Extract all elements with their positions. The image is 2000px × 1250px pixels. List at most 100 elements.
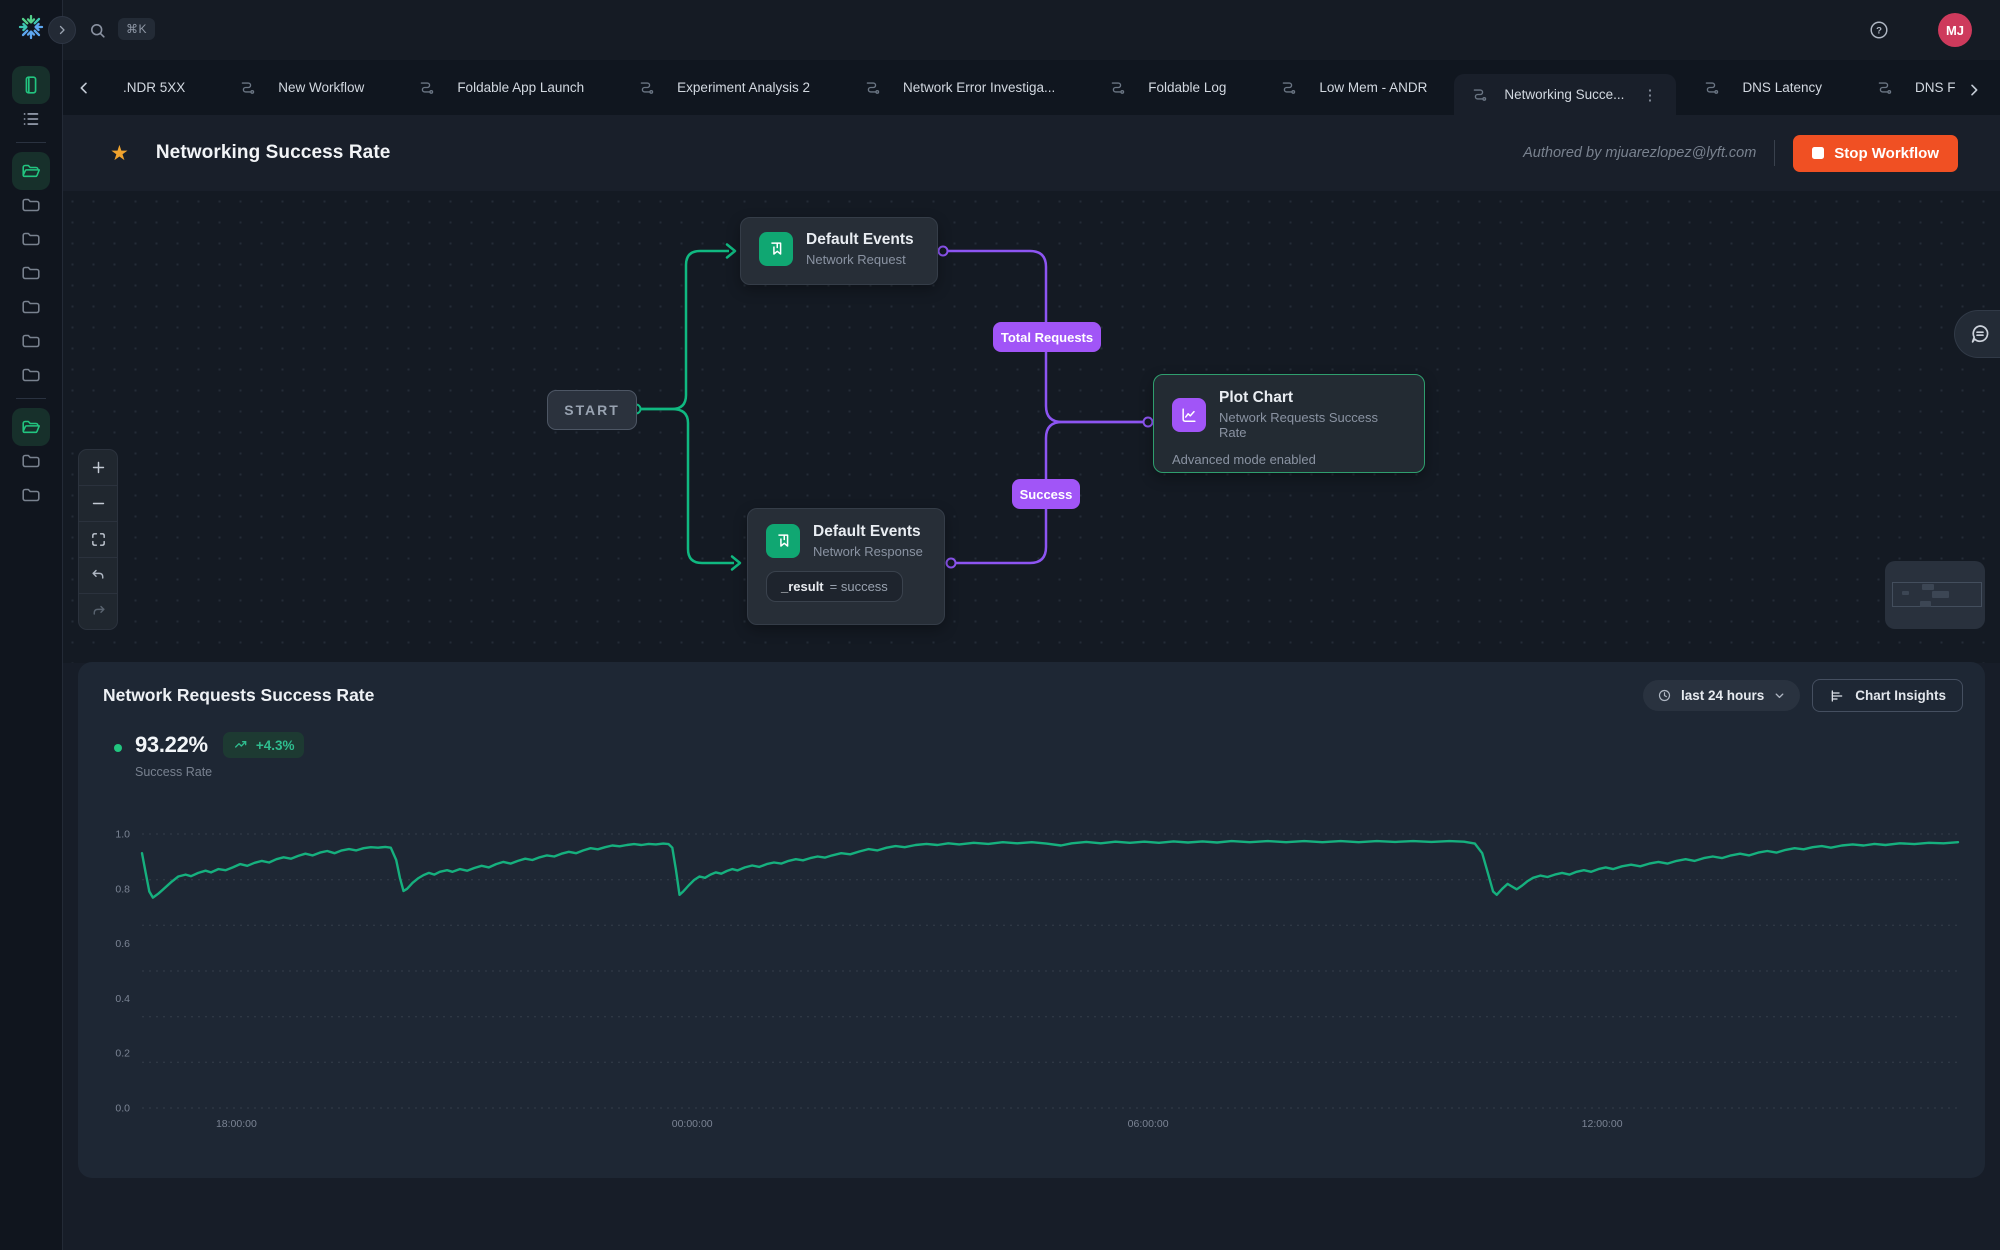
sidebar-item-folder-13[interactable]: [12, 476, 50, 514]
sidebar-collapse-button[interactable]: [48, 16, 76, 44]
time-range-dropdown[interactable]: last 24 hours: [1643, 680, 1800, 711]
sidebar-item-folder-open-3[interactable]: [12, 152, 50, 190]
sidebar-item-folder-open-11[interactable]: [12, 408, 50, 446]
device-icon: [20, 74, 42, 96]
tab-new-workflow[interactable]: New Workflow: [212, 60, 391, 115]
chart-line-icon: [1172, 398, 1206, 432]
help-icon[interactable]: ?: [1868, 19, 1890, 41]
series-dot: [114, 744, 122, 752]
stat-value: 93.22%: [135, 732, 208, 758]
plot-input-port: [1144, 418, 1153, 427]
folder-icon: [20, 450, 42, 472]
node-subtitle: Network Response: [813, 544, 923, 559]
workflow-icon: [1109, 79, 1126, 96]
svg-text:00:00:00: 00:00:00: [672, 1118, 713, 1130]
start-node-label: START: [564, 402, 619, 418]
workflow-icon: [418, 79, 435, 96]
folder-icon: [20, 262, 42, 284]
canvas-zoom-controls: [78, 449, 118, 630]
stop-workflow-button[interactable]: Stop Workflow: [1793, 135, 1958, 172]
zoom-in-button[interactable]: [79, 450, 117, 486]
search-shortcut-badge: ⌘K: [118, 18, 155, 40]
chart-insights-icon: [1829, 688, 1845, 704]
sidebar-item-device-0[interactable]: [12, 66, 50, 104]
tab-dns-f[interactable]: DNS F: [1849, 60, 1956, 115]
node-subtitle: Network Requests Success Rate: [1219, 410, 1406, 440]
chevron-down-icon: [1773, 689, 1786, 702]
bookmark-icon: [759, 232, 793, 266]
avatar[interactable]: MJ: [1938, 13, 1972, 47]
edge-label-total-requests[interactable]: Total Requests: [993, 322, 1101, 352]
tab-bar: .NDR 5XX New Workflow Foldable App Launch E…: [62, 60, 2000, 115]
tab-ndr-5xx[interactable]: .NDR 5XX: [96, 60, 212, 115]
canvas-minimap[interactable]: [1885, 561, 1985, 629]
tab-label: Foldable App Launch: [457, 80, 584, 95]
zoom-out-button[interactable]: [79, 486, 117, 522]
search-icon[interactable]: [88, 21, 107, 40]
tabs-scroll-right-icon[interactable]: [1962, 78, 1986, 102]
tab-label: .NDR 5XX: [123, 80, 185, 95]
sidebar-item-folder-4[interactable]: [12, 186, 50, 224]
tab-label: Networking Succe...: [1504, 87, 1624, 102]
tab-foldable-log[interactable]: Foldable Log: [1082, 60, 1253, 115]
chat-bubble-icon: [1968, 322, 1992, 346]
chart-insights-button[interactable]: Chart Insights: [1812, 679, 1963, 712]
workflow-canvas[interactable]: START Default Events Network Request: [62, 190, 2000, 663]
node-title: Default Events: [806, 231, 914, 249]
page-title: Networking Success Rate: [156, 142, 391, 164]
sidebar-item-list-1[interactable]: [12, 100, 50, 138]
edge-label-success[interactable]: Success: [1012, 479, 1080, 509]
sidebar-item-folder-12[interactable]: [12, 442, 50, 480]
svg-text:0.6: 0.6: [115, 938, 130, 950]
tab-label: Low Mem - ANDR: [1319, 80, 1427, 95]
favorite-star-icon[interactable]: ★: [110, 143, 129, 164]
chart-stats: 93.22% +4.3% Success Rate: [114, 732, 304, 779]
tab-label: Network Error Investiga...: [903, 80, 1055, 95]
rail-divider: [16, 398, 46, 399]
delta-value: +4.3%: [256, 738, 295, 753]
node-default-events-request[interactable]: Default Events Network Request: [740, 217, 938, 285]
chart-panel: Network Requests Success Rate last 24 ho…: [78, 662, 1985, 1178]
tab-label: DNS F: [1915, 80, 1956, 95]
workflow-icon: [638, 79, 655, 96]
sidebar-item-folder-6[interactable]: [12, 254, 50, 292]
tab-foldable-app-launch[interactable]: Foldable App Launch: [391, 60, 611, 115]
stop-icon: [1812, 147, 1824, 159]
tab-menu-icon[interactable]: ⋮: [1640, 86, 1659, 104]
workflow-icon: [1280, 79, 1297, 96]
topbar: ⌘K ? MJ: [62, 0, 2000, 60]
node-title: Plot Chart: [1219, 389, 1406, 407]
node-default-events-response[interactable]: Default Events Network Response _result …: [747, 508, 945, 625]
undo-button[interactable]: [79, 558, 117, 594]
tab-list: .NDR 5XX New Workflow Foldable App Launch E…: [96, 60, 1956, 115]
svg-text:?: ?: [1876, 25, 1882, 36]
sidebar-item-folder-9[interactable]: [12, 356, 50, 394]
logo[interactable]: [17, 13, 45, 41]
fit-view-button[interactable]: [79, 522, 117, 558]
success-rate-chart: 1.00.80.60.40.20.018:00:0000:00:0006:00:…: [78, 812, 1985, 1152]
chat-button[interactable]: [1954, 310, 2000, 358]
request-output-port: [939, 247, 948, 256]
condition-chip[interactable]: _result = success: [766, 571, 903, 602]
tab-dns-latency[interactable]: DNS Latency: [1676, 60, 1849, 115]
sidebar-item-folder-5[interactable]: [12, 220, 50, 258]
workflow-icon: [1471, 86, 1488, 103]
svg-text:0.2: 0.2: [115, 1048, 130, 1060]
bookmark-icon: [766, 524, 800, 558]
node-plot-chart[interactable]: Plot Chart Network Requests Success Rate…: [1153, 374, 1425, 473]
tab-experiment-analysis-2[interactable]: Experiment Analysis 2: [611, 60, 837, 115]
tab-networking-succe[interactable]: Networking Succe... ⋮: [1454, 74, 1676, 115]
workflow-icon: [239, 79, 256, 96]
delta-badge: +4.3%: [223, 732, 305, 758]
tab-label: New Workflow: [278, 80, 364, 95]
redo-button[interactable]: [79, 594, 117, 629]
tab-network-error-investiga[interactable]: Network Error Investiga...: [837, 60, 1082, 115]
tab-low-mem-andr[interactable]: Low Mem - ANDR: [1253, 60, 1454, 115]
sidebar-item-folder-7[interactable]: [12, 288, 50, 326]
sidebar-item-folder-8[interactable]: [12, 322, 50, 360]
svg-text:06:00:00: 06:00:00: [1128, 1118, 1169, 1130]
tab-label: DNS Latency: [1742, 80, 1822, 95]
rail-divider: [16, 142, 46, 143]
start-node[interactable]: START: [547, 390, 637, 430]
tabs-scroll-left-icon[interactable]: [72, 76, 96, 100]
